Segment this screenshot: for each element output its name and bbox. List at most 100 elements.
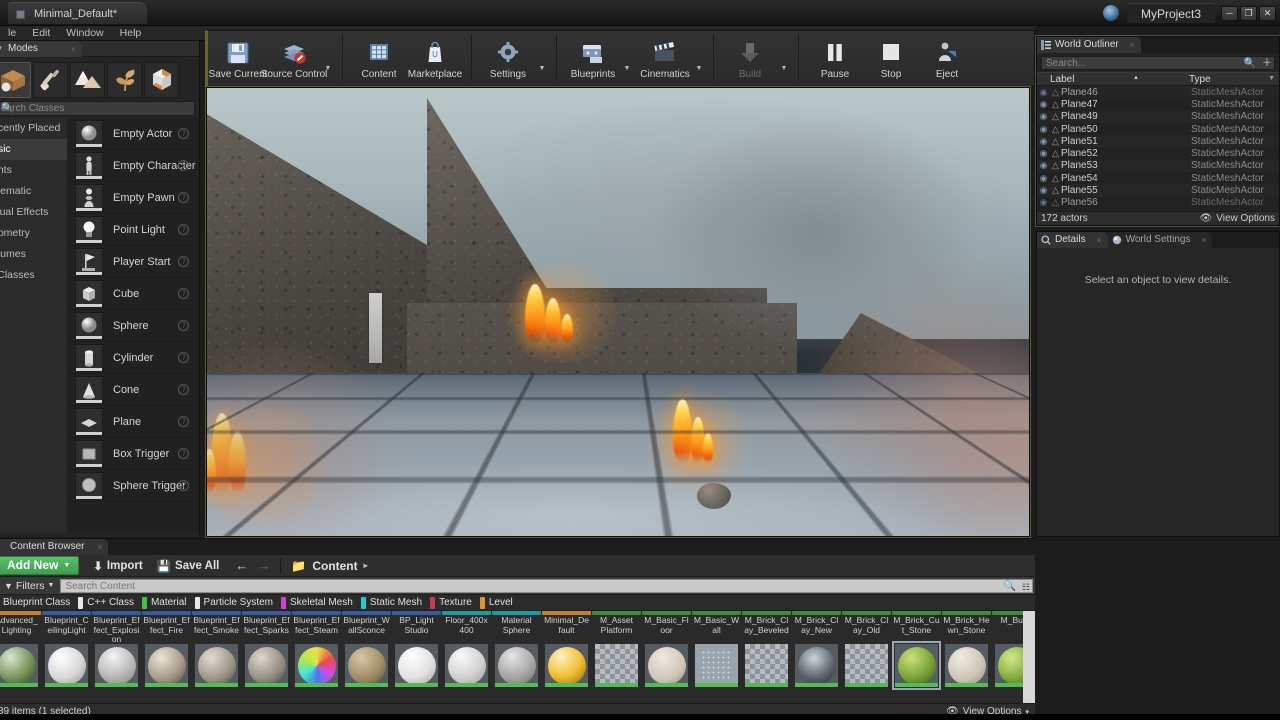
build-caret-icon[interactable]: ▼ (778, 65, 790, 72)
level-tab[interactable]: Minimal_Default* (8, 2, 148, 24)
tab-details[interactable]: Details × (1037, 232, 1108, 248)
help-icon[interactable]: ? (178, 256, 189, 267)
save-all-button[interactable]: 💾 Save All (157, 559, 220, 573)
table-row[interactable]: ◉ △ Plane49 StaticMeshActor (1037, 110, 1279, 123)
minimize-button[interactable]: ─ (1221, 5, 1238, 21)
category-all-classes[interactable]: l Classes (0, 265, 67, 286)
maximize-button[interactable]: ❐ (1240, 5, 1257, 21)
modes-tab-close-icon[interactable]: × (71, 41, 76, 57)
outliner-row-list[interactable]: ◉ △ Plane46 StaticMeshActor ◉ △ Plane47 … (1037, 86, 1279, 212)
table-row[interactable]: ◉ △ Plane55 StaticMeshActor (1037, 184, 1279, 197)
table-row[interactable]: ◉ △ Plane54 StaticMeshActor (1037, 172, 1279, 185)
foliage-mode-icon[interactable] (107, 61, 142, 98)
visibility-eye-icon[interactable]: ◉ (1037, 185, 1050, 196)
search-classes-input[interactable]: earch Classes 🔍 (0, 101, 195, 116)
category-visual-effects[interactable]: isual Effects (0, 202, 67, 223)
placement-item-empty-pawn[interactable]: Empty Pawn ? (67, 182, 199, 214)
source-control-button[interactable]: Source Control (261, 35, 327, 80)
visibility-eye-icon[interactable]: ◉ (1037, 136, 1050, 147)
table-row[interactable]: ◉ △ Plane56 StaticMeshActor (1037, 196, 1279, 209)
asset-tile[interactable]: M_Brick_Clay_Old (842, 611, 891, 688)
placement-item-point-light[interactable]: Point Light ? (67, 214, 199, 246)
category-recently-placed[interactable]: ecently Placed (0, 118, 67, 139)
chip-level[interactable]: Level (478, 596, 519, 609)
back-arrow-icon[interactable]: ← (235, 558, 248, 573)
visibility-eye-icon[interactable]: ◉ (1037, 99, 1050, 110)
table-row[interactable]: ◉ △ Plane50 StaticMeshActor (1037, 122, 1279, 136)
breadcrumb-caret-icon[interactable]: ▸ (364, 561, 368, 570)
details-tab-close-icon[interactable]: × (1096, 232, 1101, 248)
add-new-button[interactable]: Add New ▼ (0, 556, 80, 575)
column-filter-icon[interactable]: ▼ (1268, 75, 1275, 82)
level-viewport[interactable] (206, 87, 1030, 537)
outliner-view-options-button[interactable]: 👁 View Options (1200, 213, 1275, 224)
category-basic[interactable]: asic (0, 139, 67, 160)
search-options-icon[interactable]: ☷ (1022, 580, 1030, 594)
placement-item-cube[interactable]: Cube ? (67, 278, 199, 310)
asset-tile[interactable]: Blueprint_Effect_Fire (142, 611, 191, 688)
asset-tile[interactable]: M_Brick_Clay_Beveled (742, 611, 791, 688)
help-icon[interactable]: ? (178, 128, 189, 139)
chip-static-mesh[interactable]: Static Mesh (359, 596, 428, 609)
asset-tile[interactable]: M_Brick_Cut_Stone (892, 611, 941, 690)
help-icon[interactable]: ? (178, 160, 189, 171)
asset-tile[interactable]: Blueprint_Effect_Steam (292, 611, 341, 688)
project-tab[interactable]: MyProject3 (1126, 3, 1215, 23)
asset-tile[interactable]: M_Basic_Wall (692, 611, 741, 688)
chip-cpp-class[interactable]: C++ Class (76, 596, 140, 609)
placement-item-plane[interactable]: Plane ? (67, 406, 199, 438)
stop-button[interactable]: Stop (863, 35, 919, 80)
chip-skeletal-mesh[interactable]: Skeletal Mesh (279, 596, 359, 609)
placement-item-sphere[interactable]: Sphere ? (67, 310, 199, 342)
table-row[interactable]: ◉ △ Plane51 StaticMeshActor (1037, 135, 1279, 148)
paint-mode-icon[interactable] (33, 61, 68, 98)
asset-tile[interactable]: Blueprint_Effect_Explosion (92, 611, 141, 688)
build-button[interactable]: Build (722, 35, 778, 80)
marketplace-button[interactable]: U Marketplace (407, 35, 463, 80)
placement-item-player-start[interactable]: Player Start ? (67, 246, 199, 278)
world-settings-tab-close-icon[interactable]: × (1201, 232, 1206, 248)
menu-help[interactable]: Help (112, 26, 150, 41)
help-icon[interactable]: ? (178, 224, 189, 235)
menu-file[interactable]: le (0, 26, 24, 41)
tab-content-browser[interactable]: Content Browser × (0, 539, 109, 555)
help-icon[interactable]: ? (178, 352, 189, 363)
asset-tile[interactable]: Floor_400x400 (442, 611, 491, 688)
landscape-mode-icon[interactable] (70, 61, 105, 98)
content-browser-asset-grid[interactable]: Advanced_Lighting Blueprint_CeilingLight… (0, 611, 1035, 703)
asset-tile[interactable]: Advanced_Lighting (0, 611, 41, 688)
asset-tile[interactable]: Blueprint_Effect_Smoke (192, 611, 241, 688)
category-volumes[interactable]: olumes (0, 244, 67, 265)
geometry-editing-mode-icon[interactable] (144, 61, 179, 98)
visibility-eye-icon[interactable]: ◉ (1037, 197, 1050, 208)
visibility-eye-icon[interactable]: ◉ (1037, 87, 1050, 98)
cinematics-caret-icon[interactable]: ▼ (693, 65, 705, 72)
placement-item-cone[interactable]: Cone ? (67, 374, 199, 406)
asset-tile[interactable]: M_Brick_Hewn_Stone (942, 611, 991, 688)
table-row[interactable]: ◉ △ Plane46 StaticMeshActor (1037, 86, 1279, 99)
asset-tile[interactable]: M_Asset Platform (592, 611, 641, 688)
chip-blueprint-class[interactable]: Blueprint Class (0, 597, 76, 609)
filters-button[interactable]: ▼ Filters ▼ (0, 580, 60, 592)
visibility-eye-icon[interactable]: ◉ (1037, 173, 1050, 184)
asset-tile[interactable]: Blueprint_CeilingLight (42, 611, 91, 688)
visibility-eye-icon[interactable]: ◉ (1037, 148, 1050, 159)
settings-button[interactable]: Settings (480, 35, 536, 80)
breadcrumb[interactable]: 📁 Content ▸ (291, 559, 367, 573)
sort-arrow-icon[interactable]: ▲ (1133, 75, 1139, 81)
help-icon[interactable]: ? (178, 192, 189, 203)
tab-world-outliner[interactable]: World Outliner × (1037, 37, 1141, 53)
chip-texture[interactable]: Texture (428, 596, 478, 609)
tab-modes[interactable]: Modes × (0, 41, 82, 57)
outliner-tab-close-icon[interactable]: × (1129, 37, 1134, 53)
help-icon[interactable]: ? (178, 480, 189, 491)
table-row[interactable]: ◉ △ Plane47 StaticMeshActor (1037, 98, 1279, 111)
settings-caret-icon[interactable]: ▼ (536, 65, 548, 72)
eject-button[interactable]: Eject (919, 35, 975, 80)
help-icon[interactable]: ? (178, 448, 189, 459)
pause-button[interactable]: Pause (807, 35, 863, 80)
blueprints-caret-icon[interactable]: ▼ (621, 65, 633, 72)
content-button[interactable]: Content (351, 35, 407, 80)
placement-item-cylinder[interactable]: Cylinder ? (67, 342, 199, 374)
asset-grid-scrollbar[interactable] (1023, 611, 1035, 703)
